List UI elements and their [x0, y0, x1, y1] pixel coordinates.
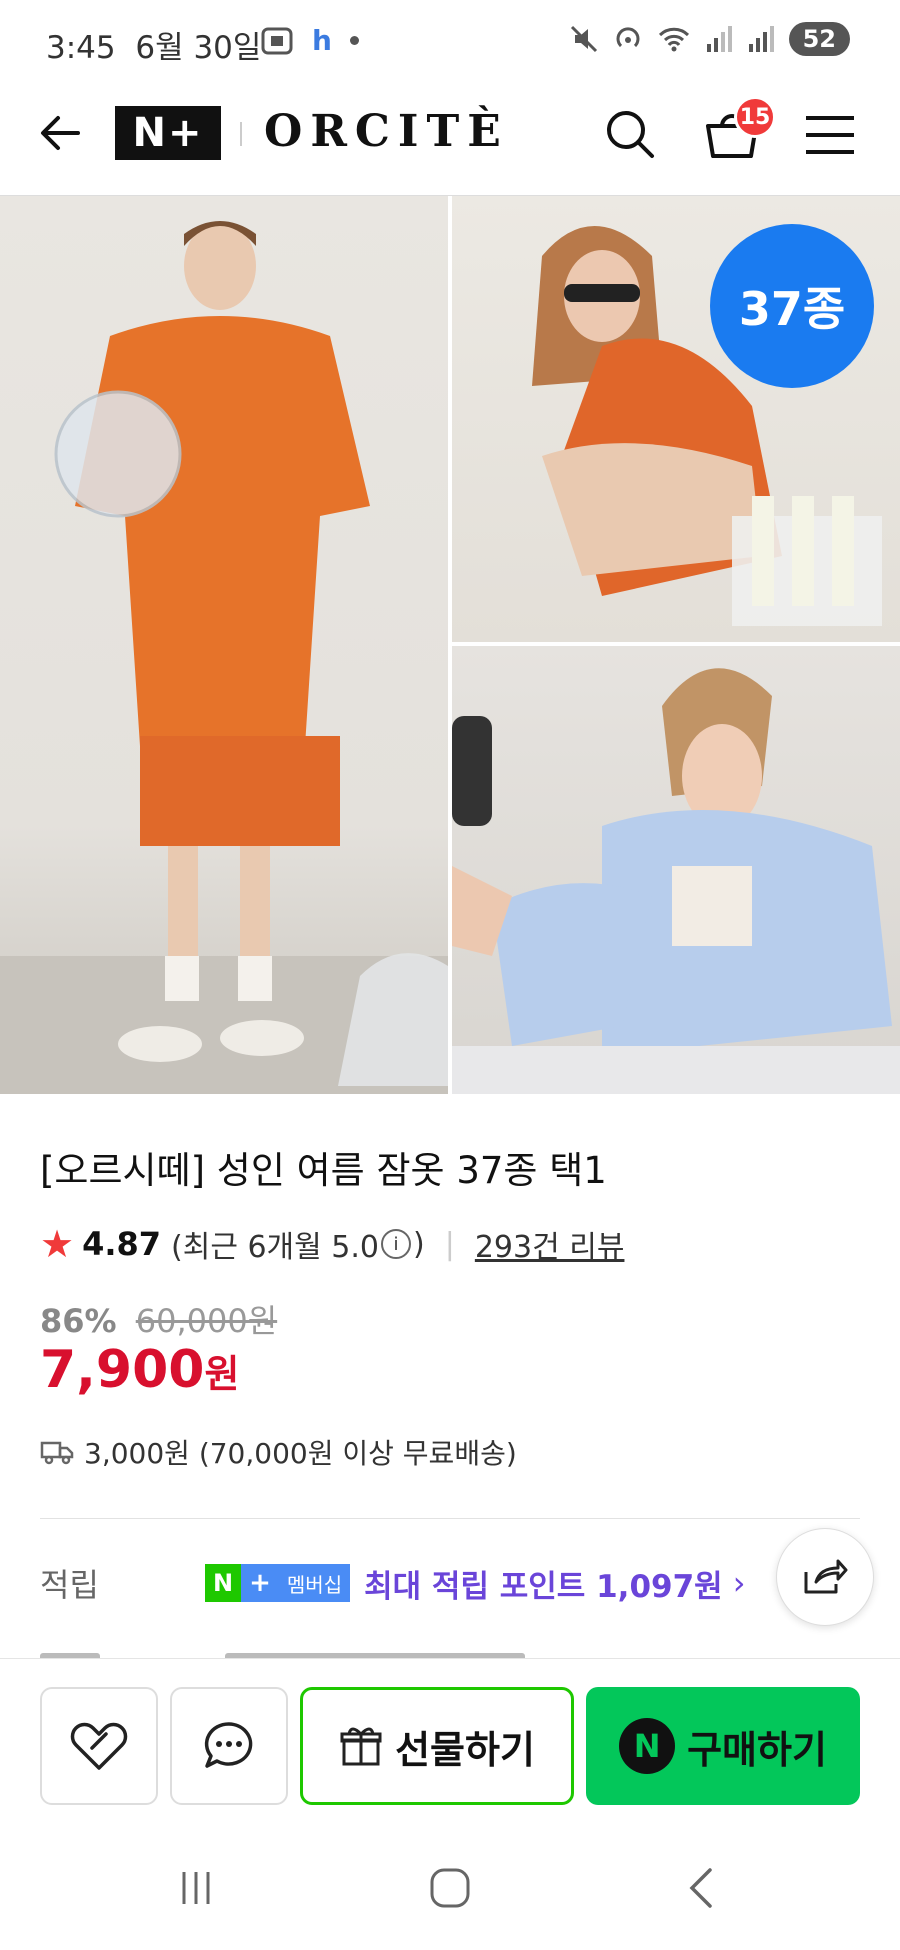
price-unit: 원: [204, 1352, 240, 1396]
back-button[interactable]: [672, 1858, 732, 1918]
photo-illustration: [0, 221, 448, 1094]
chat-bubble-icon: [204, 1722, 253, 1768]
bottom-action-bar: 선물하기 N 구매하기: [0, 1658, 900, 1818]
chevron-right-icon[interactable]: ›: [733, 1564, 746, 1602]
product-photo-man-orange[interactable]: [0, 196, 448, 1094]
talk-button[interactable]: [170, 1687, 288, 1805]
hotspot-icon: [616, 27, 640, 48]
signal-icon: [706, 26, 732, 52]
share-button[interactable]: [776, 1528, 874, 1626]
app-header: N+ ORCITÈ 15: [0, 80, 900, 196]
mute-icon: [570, 25, 597, 53]
rating-separator: |: [444, 1226, 455, 1262]
time-text: 3:45: [46, 30, 116, 66]
review-link[interactable]: 293건 리뷰: [475, 1222, 625, 1266]
wishlist-button[interactable]: [40, 1687, 158, 1805]
discount-rate: 86%: [40, 1302, 117, 1340]
recent-rating-close: ): [413, 1226, 425, 1262]
dot-icon: [349, 36, 359, 45]
points-text[interactable]: 최대 적립 포인트 1,097원: [364, 1561, 723, 1606]
membership-n: N: [205, 1564, 242, 1602]
date-text: 6월 30일: [135, 30, 262, 66]
screenshot-icon: [261, 27, 293, 54]
points-label: 적립: [40, 1566, 99, 1604]
buy-button[interactable]: N 구매하기: [586, 1687, 860, 1805]
recent-rating: (최근 6개월 5.0: [171, 1230, 380, 1265]
naver-n-icon: N: [619, 1718, 676, 1774]
discount-row: 86% 60,000원: [40, 1296, 277, 1342]
menu-icon[interactable]: [800, 108, 860, 162]
shipping-text: 3,000원 (70,000원 이상 무료배송): [84, 1437, 517, 1470]
membership-badge: N + 멤버십: [205, 1564, 351, 1602]
status-time: 3:45 6월 30일: [46, 22, 261, 67]
brand-logo[interactable]: ORCITÈ: [264, 106, 509, 157]
membership-text: 멤버십: [278, 1564, 351, 1602]
system-navigation-bar: [0, 1818, 900, 1950]
section-divider: [40, 1518, 860, 1519]
status-system-icons: 52: [569, 22, 850, 56]
product-title: [오르시떼] 성인 여름 잠옷 37종 택1: [40, 1149, 607, 1192]
sale-price: 7,900원: [40, 1340, 239, 1400]
signal-icon-2: [748, 26, 774, 52]
info-icon[interactable]: i: [381, 1229, 412, 1259]
product-photo-woman-blue[interactable]: [452, 646, 900, 1094]
points-row[interactable]: 적립 N + 멤버십 최대 적립 포인트 1,097원 ›: [40, 1560, 800, 1606]
gift-icon: [340, 1727, 382, 1766]
photo-illustration-3: [452, 668, 900, 1094]
rating-row: ★ 4.87 (최근 6개월 5.0 i ) | 293건 리뷰: [40, 1222, 624, 1266]
naver-plus-logo[interactable]: N+: [115, 106, 221, 160]
truck-icon: [40, 1441, 74, 1465]
gift-button[interactable]: 선물하기: [300, 1687, 574, 1805]
recent-apps-icon: [182, 1872, 210, 1904]
search-icon[interactable]: [600, 104, 660, 164]
status-bar: 3:45 6월 30일 h 52: [0, 0, 900, 80]
brand-divider: [240, 122, 242, 146]
home-button[interactable]: [420, 1858, 480, 1918]
star-icon: ★: [40, 1222, 75, 1266]
shipping-row: 3,000원 (70,000원 이상 무료배송): [40, 1432, 517, 1472]
share-icon: [804, 1559, 848, 1594]
membership-plus: +: [241, 1564, 279, 1602]
status-notification-icons: h: [260, 24, 359, 57]
original-price: 60,000원: [135, 1302, 278, 1340]
back-chevron-icon: [689, 1868, 712, 1908]
variant-count-badge: 37종: [710, 224, 874, 388]
gift-label: 선물하기: [395, 1727, 535, 1772]
battery-indicator: 52: [788, 22, 850, 56]
app-h-icon: h: [312, 24, 332, 57]
cart-count-badge: 15: [734, 96, 776, 138]
rating-value: 4.87: [82, 1225, 162, 1263]
back-arrow-icon[interactable]: [34, 106, 88, 160]
heart-clip-icon: [70, 1722, 128, 1770]
home-icon: [430, 1868, 470, 1908]
wifi-icon: [658, 27, 689, 52]
price-number: 7,900: [40, 1340, 205, 1400]
product-image-gallery[interactable]: 37종: [0, 196, 900, 1094]
buy-label: 구매하기: [687, 1727, 827, 1772]
recent-apps-button[interactable]: [166, 1858, 226, 1918]
